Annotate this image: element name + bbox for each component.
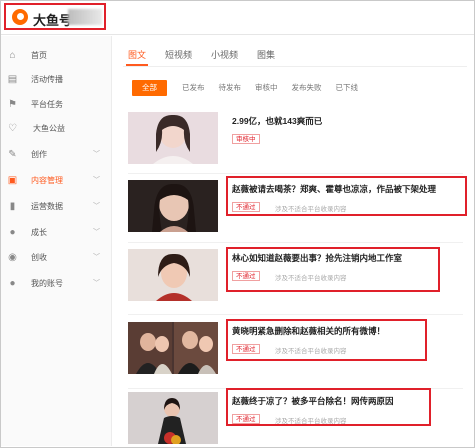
- logo-icon: [12, 9, 28, 25]
- filter-pending[interactable]: 待发布: [219, 80, 242, 96]
- person-icon: ●: [9, 277, 16, 289]
- article-thumbnail: [128, 322, 218, 374]
- sidebar-item-home[interactable]: ⌂ 首页: [1, 44, 112, 66]
- highlight-box: [226, 176, 467, 216]
- filter-offline[interactable]: 已下线: [336, 80, 359, 96]
- top-header: 大鱼号: [1, 1, 474, 35]
- sidebar-item-charity[interactable]: ♡ 大鱼公益: [1, 117, 112, 139]
- chevron-down-icon: ﹀: [93, 280, 100, 287]
- tab-mini-video[interactable]: 小视频: [211, 48, 238, 66]
- sidebar-item-activity[interactable]: ▤ 活动传播: [1, 68, 112, 90]
- main-content: 图文 短视频 小视频 图集 全部 已发布 待发布 审核中 发布失败 已下线 2.…: [113, 36, 473, 446]
- chevron-down-icon: ﹀: [93, 203, 100, 210]
- sidebar-item-my-account[interactable]: ● 我的账号 ﹀: [1, 272, 112, 294]
- article-thumbnail: [128, 180, 218, 232]
- sidebar-item-growth[interactable]: ● 成长 ﹀: [1, 221, 112, 243]
- sidebar-item-content-management[interactable]: ▣ 内容管理 ﹀: [1, 169, 112, 191]
- tab-divider: [123, 66, 467, 67]
- sidebar-item-label: 创作: [31, 149, 47, 159]
- sidebar-item-tasks[interactable]: ⚑ 平台任务: [1, 93, 112, 115]
- sidebar: ⌂ 首页 ▤ 活动传播 ⚑ 平台任务 ♡ 大鱼公益 ✎ 创作 ﹀ ▣ 内容管理 …: [1, 36, 112, 446]
- row-divider: [128, 242, 463, 243]
- chevron-down-icon: ﹀: [93, 229, 100, 236]
- tab-articles[interactable]: 图文: [125, 48, 149, 66]
- filter-reviewing[interactable]: 审核中: [255, 80, 278, 96]
- status-filters: 全部 已发布 待发布 审核中 发布失败 已下线: [132, 80, 372, 96]
- heart-icon: ♡: [8, 122, 17, 134]
- blurred-account-name: [68, 9, 102, 25]
- sidebar-item-label: 内容管理: [31, 175, 63, 185]
- document-icon: ▣: [7, 174, 18, 186]
- article-title[interactable]: 2.99亿，也就143爽而已: [232, 115, 322, 127]
- highlight-box: [226, 247, 440, 292]
- filter-all[interactable]: 全部: [132, 80, 167, 96]
- home-icon: ⌂: [9, 49, 16, 61]
- flag-icon: ⚑: [8, 98, 17, 110]
- calendar-icon: ▤: [7, 73, 18, 85]
- sidebar-item-income[interactable]: ◉ 创收 ﹀: [1, 246, 112, 268]
- sidebar-item-label: 大鱼公益: [33, 123, 65, 133]
- logo-highlight-box: 大鱼号: [4, 3, 106, 30]
- sidebar-item-label: 平台任务: [31, 99, 63, 109]
- sidebar-item-create[interactable]: ✎ 创作 ﹀: [1, 143, 112, 165]
- sidebar-item-label: 创收: [31, 252, 47, 262]
- logo-text: 大鱼号: [33, 13, 73, 28]
- article-thumbnail: [128, 392, 218, 444]
- sidebar-item-label: 活动传播: [31, 74, 63, 84]
- sidebar-item-label: 成长: [31, 227, 47, 237]
- chevron-down-icon: ﹀: [93, 151, 100, 158]
- highlight-box: [226, 319, 427, 361]
- row-divider: [128, 173, 463, 174]
- sidebar-item-label: 我的账号: [31, 278, 63, 288]
- chevron-down-icon: ﹀: [93, 177, 100, 184]
- tab-gallery[interactable]: 图集: [257, 48, 275, 66]
- article-thumbnail: [128, 112, 218, 164]
- chevron-down-icon: ﹀: [93, 254, 100, 261]
- filter-published[interactable]: 已发布: [182, 80, 205, 96]
- coin-icon: ◉: [8, 251, 17, 263]
- pen-icon: ✎: [8, 148, 17, 160]
- tab-short-video[interactable]: 短视频: [165, 48, 192, 66]
- content-type-tabs: 图文 短视频 小视频 图集: [125, 48, 294, 66]
- row-divider: [128, 314, 463, 315]
- filter-failed[interactable]: 发布失败: [292, 80, 322, 96]
- user-icon: ●: [9, 226, 16, 238]
- status-badge: 审核中: [232, 134, 260, 144]
- sidebar-item-operations-data[interactable]: ▮ 运营数据 ﹀: [1, 195, 112, 217]
- highlight-box: [226, 388, 431, 426]
- bar-chart-icon: ▮: [9, 200, 16, 212]
- sidebar-item-label: 首页: [31, 50, 47, 60]
- article-thumbnail: [128, 249, 218, 301]
- sidebar-item-label: 运营数据: [31, 201, 63, 211]
- list-item[interactable]: 2.99亿，也就143爽而已 审核中: [128, 112, 463, 168]
